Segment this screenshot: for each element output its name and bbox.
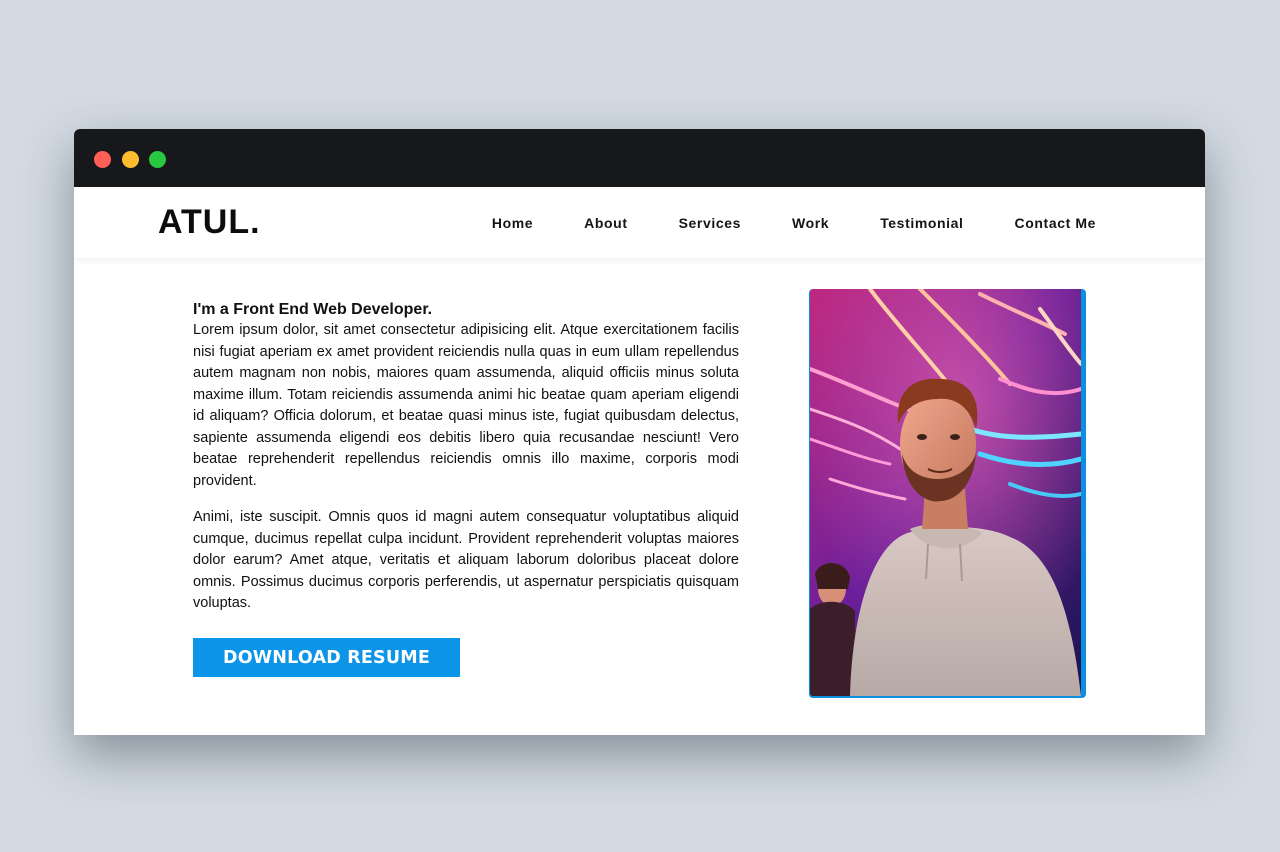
minimize-dot-icon[interactable] [122, 151, 139, 168]
about-section: I'm a Front End Web Developer. Lorem ips… [74, 258, 1205, 735]
profile-photo [810, 289, 1081, 696]
about-paragraph-1: Lorem ipsum dolor, sit amet consectetur … [193, 322, 739, 489]
about-heading: I'm a Front End Web Developer. [193, 301, 433, 318]
about-text: I'm a Front End Web Developer. Lorem ips… [193, 299, 739, 615]
maximize-dot-icon[interactable] [149, 151, 166, 168]
about-paragraph-2: Animi, iste suscipit. Omnis quos id magn… [193, 509, 739, 611]
profile-photo-frame [809, 289, 1086, 698]
close-dot-icon[interactable] [94, 151, 111, 168]
window-titlebar [74, 129, 1205, 187]
nav-link-services[interactable]: Services [679, 215, 741, 231]
main-nav: Home About Services Work Testimonial Con… [492, 187, 1096, 258]
nav-link-contact[interactable]: Contact Me [1015, 215, 1096, 231]
site-logo[interactable]: ATUL. [158, 203, 261, 242]
nav-link-work[interactable]: Work [792, 215, 829, 231]
nav-link-testimonial[interactable]: Testimonial [880, 215, 963, 231]
nav-link-home[interactable]: Home [492, 215, 533, 231]
profile-photo-illustration [810, 289, 1081, 696]
site-navbar: ATUL. Home About Services Work Testimoni… [74, 187, 1205, 258]
download-resume-button[interactable]: DOWNLOAD RESUME [193, 638, 460, 677]
browser-window: ATUL. Home About Services Work Testimoni… [74, 129, 1205, 735]
nav-link-about[interactable]: About [584, 215, 627, 231]
